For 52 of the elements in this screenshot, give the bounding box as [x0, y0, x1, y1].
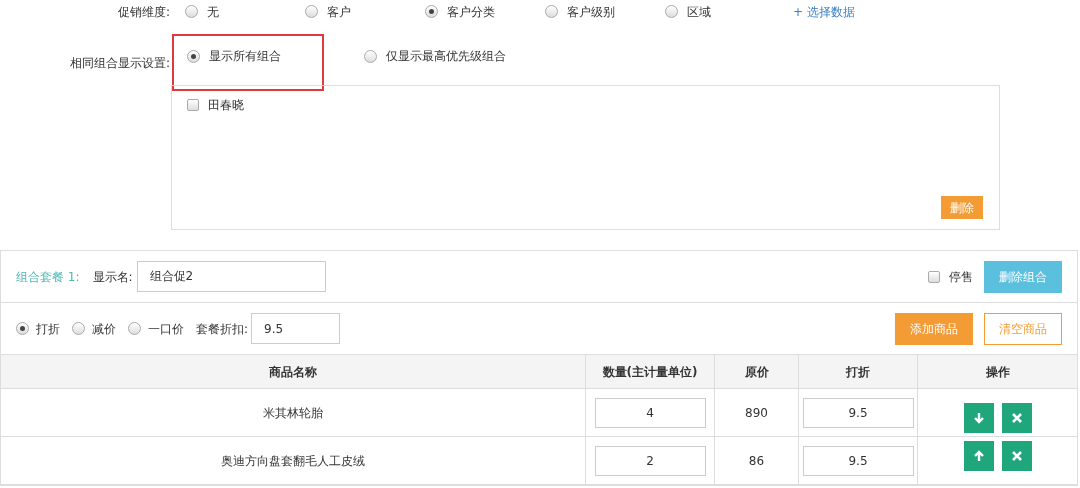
discount-input[interactable]: 9.5 — [251, 313, 341, 344]
close-icon — [1010, 449, 1023, 462]
radio-label: 打折 — [36, 320, 60, 338]
column-header: 操作 — [918, 355, 1078, 389]
column-header: 原价 — [715, 355, 799, 389]
table-cell: 86 — [715, 437, 799, 485]
checkbox[interactable] — [928, 270, 940, 283]
quantity-input[interactable]: 2 — [594, 445, 706, 476]
select-data-link[interactable]: + 选择数据 — [793, 2, 855, 21]
name-input[interactable]: 组合促2 — [136, 261, 326, 292]
radio-button[interactable] — [187, 49, 200, 63]
radio-label: 客户级别 — [567, 3, 615, 21]
radio-label: 区域 — [687, 3, 711, 21]
package-title: 组合套餐 1: — [16, 268, 80, 286]
close-icon — [1010, 411, 1023, 424]
radio-label: 一口价 — [148, 320, 184, 338]
table-cell: 奥迪方向盘套翻毛人工皮绒 — [1, 437, 586, 485]
field-label: 套餐折扣: — [196, 320, 249, 338]
column-header: 商品名称 — [1, 355, 586, 389]
remove-button[interactable] — [1001, 440, 1032, 471]
radio-button[interactable] — [545, 5, 558, 18]
discount-input[interactable]: 9.5 — [802, 445, 914, 476]
checkbox-label: 田春晓 — [208, 97, 244, 114]
radio-button[interactable] — [128, 322, 141, 335]
checkbox-label: 停售 — [949, 268, 973, 286]
radio-button[interactable] — [364, 49, 377, 63]
radio-button[interactable] — [16, 322, 29, 335]
table-cell: 米其林轮胎 — [1, 389, 586, 437]
radio-button[interactable] — [425, 5, 438, 18]
radio-label: 减价 — [92, 320, 116, 338]
field-label: 显示名: — [92, 268, 133, 286]
radio-label: 客户 — [327, 3, 351, 21]
field-label: 促销维度: — [116, 3, 170, 21]
radio-button[interactable] — [665, 5, 678, 18]
radio-button[interactable] — [72, 322, 85, 335]
radio-label: 无 — [207, 3, 219, 21]
column-header: 数量(主计量单位) — [586, 355, 715, 389]
table-cell: 890 — [715, 389, 799, 437]
radio-button[interactable] — [185, 5, 198, 18]
radio-label: 客户分类 — [447, 3, 495, 21]
column-header: 打折 — [799, 355, 918, 389]
radio-label: 仅显示最高优先级组合 — [386, 48, 506, 65]
field-label: 相同组合显示设置: — [68, 54, 170, 72]
arrow-down-icon — [971, 410, 986, 425]
radio-button[interactable] — [305, 5, 318, 18]
discount-input[interactable]: 9.5 — [802, 397, 914, 428]
checkbox[interactable] — [187, 99, 199, 111]
quantity-input[interactable]: 4 — [594, 397, 706, 428]
move-up-button[interactable] — [963, 440, 994, 471]
remove-button[interactable] — [1001, 402, 1032, 433]
move-down-button[interactable] — [963, 402, 994, 433]
radio-label: 显示所有组合 — [209, 48, 281, 65]
